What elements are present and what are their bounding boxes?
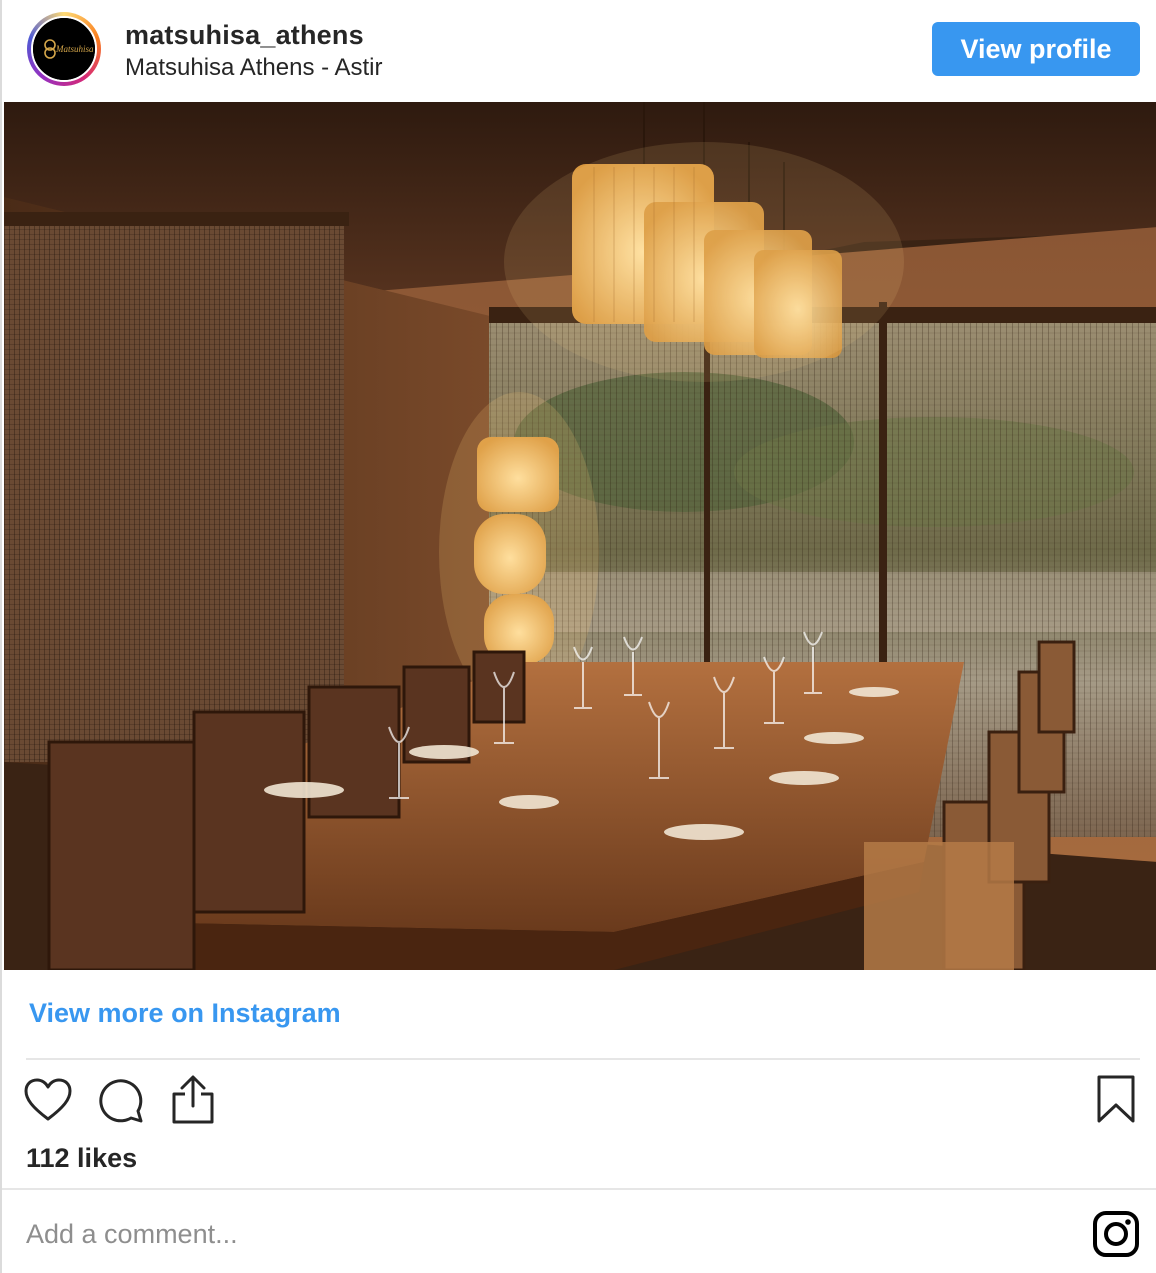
post-header: Matsuhisa matsuhisa_athens Matsuhisa Ath… xyxy=(2,0,1156,102)
matsuhisa-logo: Matsuhisa xyxy=(33,18,95,80)
view-profile-button[interactable]: View profile xyxy=(932,22,1140,76)
heart-icon[interactable] xyxy=(24,1078,72,1127)
divider xyxy=(2,1188,1156,1190)
avatar-logo-text: Matsuhisa xyxy=(55,44,94,54)
likes-count[interactable]: 112 likes xyxy=(26,1143,137,1174)
bookmark-icon[interactable] xyxy=(1096,1074,1136,1129)
comment-icon[interactable] xyxy=(98,1078,144,1129)
post-image[interactable] xyxy=(4,102,1156,970)
instagram-embed-card: Matsuhisa matsuhisa_athens Matsuhisa Ath… xyxy=(0,0,1156,1273)
avatar-image: Matsuhisa xyxy=(31,16,97,82)
instagram-logo-icon[interactable] xyxy=(1092,1210,1140,1263)
share-icon[interactable] xyxy=(170,1074,216,1131)
action-bar xyxy=(2,1070,1156,1130)
username[interactable]: matsuhisa_athens xyxy=(125,20,364,51)
view-more-link[interactable]: View more on Instagram xyxy=(29,998,341,1029)
comment-input[interactable] xyxy=(26,1212,926,1256)
location[interactable]: Matsuhisa Athens - Astir xyxy=(125,54,382,82)
avatar[interactable]: Matsuhisa xyxy=(27,12,101,86)
divider xyxy=(26,1058,1140,1060)
